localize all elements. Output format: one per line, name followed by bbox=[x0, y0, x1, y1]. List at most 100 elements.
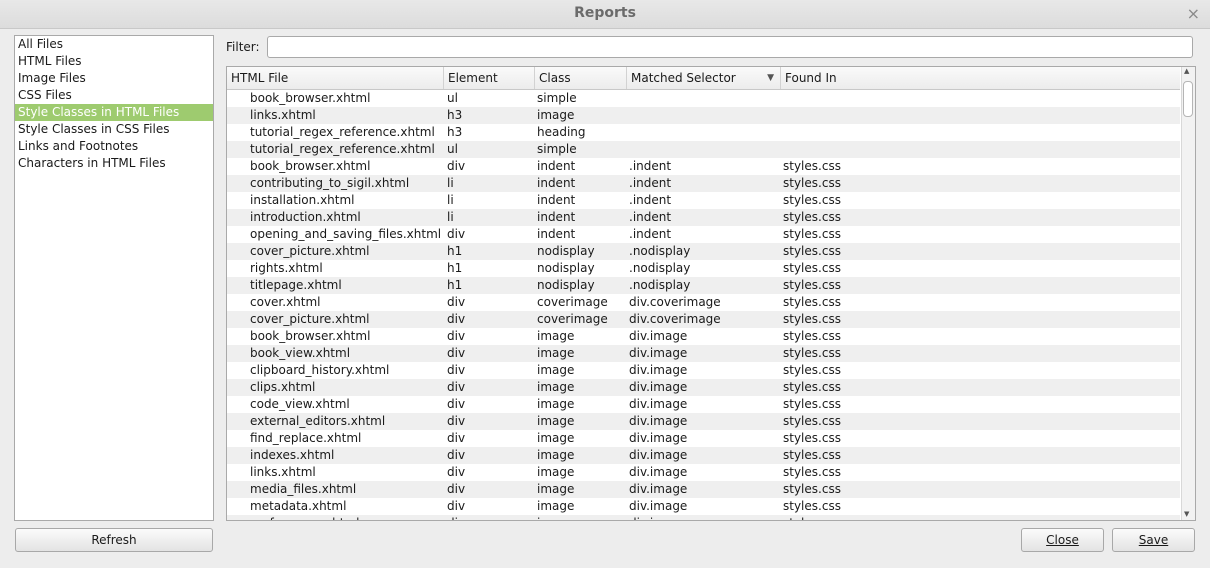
cell-found-in: styles.css bbox=[783, 431, 841, 445]
table-row[interactable]: links.xhtml div image div.image styles.css bbox=[227, 464, 1180, 481]
cell-found-in: styles.css bbox=[783, 227, 841, 241]
cell-matched-selector: div.image bbox=[629, 515, 779, 520]
cell-found-in: styles.css bbox=[783, 295, 841, 309]
sidebar-item-css-files[interactable]: CSS Files bbox=[15, 87, 213, 104]
column-header-class[interactable]: Class bbox=[535, 67, 627, 89]
cell-matched-selector: div.image bbox=[629, 329, 688, 343]
cell-html-file: book_browser.xhtml bbox=[250, 159, 371, 173]
cell-class: indent bbox=[537, 227, 576, 241]
table-row[interactable]: introduction.xhtml li indent .indent styles.… bbox=[227, 209, 1180, 226]
cell-matched-selector: .indent bbox=[629, 227, 672, 241]
cell-element: div bbox=[447, 499, 466, 513]
close-icon[interactable]: × bbox=[1187, 4, 1200, 23]
save-button-label: Save bbox=[1138, 533, 1169, 547]
sort-descending-icon: ▼ bbox=[767, 73, 774, 83]
cell-element: div bbox=[447, 482, 466, 496]
cell-html-file: cover_picture.xhtml bbox=[250, 244, 370, 258]
cell-element: div bbox=[447, 346, 466, 360]
cell-html-file: external_editors.xhtml bbox=[250, 414, 386, 428]
sidebar-item-style-classes-in-css-files[interactable]: Style Classes in CSS Files bbox=[15, 121, 213, 138]
table-row[interactable]: code_view.xhtml div image div.image styles.c… bbox=[227, 396, 1180, 413]
cell-matched-selector: div.image bbox=[629, 397, 688, 411]
cell-element: div bbox=[447, 159, 466, 173]
table-row[interactable]: titlepage.xhtml h1 nodisplay .nodisplay styl… bbox=[227, 277, 1180, 294]
cell-class: simple bbox=[537, 142, 577, 156]
cell-element: div bbox=[447, 312, 466, 326]
table-row[interactable]: cover.xhtml div coverimage div.coverimage st… bbox=[227, 294, 1180, 311]
scrollbar-thumb[interactable] bbox=[1183, 81, 1193, 117]
cell-matched-selector: .nodisplay bbox=[629, 244, 691, 258]
cell-html-file: opening_and_saving_files.xhtml bbox=[250, 227, 442, 241]
cell-html-file: contributing_to_sigil.xhtml bbox=[250, 176, 410, 190]
refresh-button[interactable]: Refresh bbox=[15, 528, 213, 552]
table-row[interactable]: clips.xhtml div image div.image styles.css bbox=[227, 379, 1180, 396]
table-row[interactable]: clipboard_history.xhtml div image div.image… bbox=[227, 362, 1180, 379]
cell-class: indent bbox=[537, 210, 576, 224]
sidebar-item-characters-in-html-files[interactable]: Characters in HTML Files bbox=[15, 155, 213, 172]
table-row[interactable]: contributing_to_sigil.xhtml li indent .inde… bbox=[227, 175, 1180, 192]
table-row[interactable]: rights.xhtml h1 nodisplay .nodisplay styles.… bbox=[227, 260, 1180, 277]
cell-element: div bbox=[447, 448, 466, 462]
table-header: HTML File Element Class Matched Selector… bbox=[227, 67, 1180, 90]
table-row[interactable]: cover_picture.xhtml div coverimage div.cove… bbox=[227, 311, 1180, 328]
table-row[interactable]: tutorial_regex_reference.xhtml ul simple bbox=[227, 141, 1180, 158]
table-row[interactable]: preferences.xhtml div image div.image styles… bbox=[227, 515, 1180, 520]
filter-input[interactable] bbox=[267, 36, 1193, 58]
table-row[interactable]: find_replace.xhtml div image div.image style… bbox=[227, 430, 1180, 447]
cell-html-file: cover_picture.xhtml bbox=[250, 312, 370, 326]
cell-element: li bbox=[447, 193, 454, 207]
vertical-scrollbar[interactable]: ▲ ▼ bbox=[1181, 67, 1195, 520]
table-row[interactable]: metadata.xhtml div image div.image styles.cs… bbox=[227, 498, 1180, 515]
cell-matched-selector: .indent bbox=[629, 159, 672, 173]
close-button[interactable]: Close bbox=[1021, 528, 1104, 552]
sidebar-item-links-and-footnotes[interactable]: Links and Footnotes bbox=[15, 138, 213, 155]
close-button-label: Close bbox=[1046, 533, 1079, 547]
table-row[interactable]: book_view.xhtml div image div.image styles.c… bbox=[227, 345, 1180, 362]
cell-element: h1 bbox=[447, 278, 463, 292]
table-row[interactable]: indexes.xhtml div image div.image styles.css bbox=[227, 447, 1180, 464]
window-title: Reports bbox=[574, 5, 636, 21]
report-type-list[interactable]: All Files HTML Files Image Files CSS Files S… bbox=[14, 35, 214, 521]
table-row[interactable]: book_browser.xhtml div image div.image style… bbox=[227, 328, 1180, 345]
cell-class: coverimage bbox=[537, 295, 608, 309]
cell-html-file: tutorial_regex_reference.xhtml bbox=[250, 142, 435, 156]
table-row[interactable]: external_editors.xhtml div image div.image s… bbox=[227, 413, 1180, 430]
cell-html-file: book_browser.xhtml bbox=[250, 329, 371, 343]
cell-found-in: styles.css bbox=[783, 363, 841, 377]
sidebar-item-style-classes-in-html-files[interactable]: Style Classes in HTML Files bbox=[15, 104, 213, 121]
cell-matched-selector: div.image bbox=[629, 482, 688, 496]
cell-class: image bbox=[537, 346, 575, 360]
sidebar-item-image-files[interactable]: Image Files bbox=[15, 70, 213, 87]
table-row[interactable]: book_browser.xhtml ul simple bbox=[227, 90, 1180, 107]
sidebar-item-all-files[interactable]: All Files bbox=[15, 36, 213, 53]
cell-matched-selector: div.image bbox=[629, 431, 688, 445]
cell-html-file: tutorial_regex_reference.xhtml bbox=[250, 125, 435, 139]
cell-matched-selector: div.image bbox=[629, 465, 688, 479]
scroll-up-icon[interactable]: ▲ bbox=[1184, 67, 1189, 75]
table-row[interactable]: links.xhtml h3 image bbox=[227, 107, 1180, 124]
column-header-found-in[interactable]: Found In bbox=[781, 67, 1180, 89]
column-header-html-file[interactable]: HTML File bbox=[227, 67, 444, 89]
save-button[interactable]: Save bbox=[1112, 528, 1195, 552]
cell-class: image bbox=[537, 482, 575, 496]
table-row[interactable]: tutorial_regex_reference.xhtml h3 heading bbox=[227, 124, 1180, 141]
column-header-matched-selector[interactable]: Matched Selector ▼ bbox=[627, 67, 781, 89]
cell-matched-selector: div.image bbox=[629, 448, 688, 462]
cell-html-file: metadata.xhtml bbox=[250, 499, 347, 513]
cell-found-in: styles.css bbox=[783, 448, 841, 462]
scroll-down-icon[interactable]: ▼ bbox=[1184, 510, 1189, 518]
cell-matched-selector: div.image bbox=[629, 346, 688, 360]
cell-found-in: styles.css bbox=[783, 397, 841, 411]
table-row[interactable]: book_browser.xhtml div indent .indent styles… bbox=[227, 158, 1180, 175]
cell-html-file: titlepage.xhtml bbox=[250, 278, 342, 292]
table-row[interactable]: opening_and_saving_files.xhtml div indent.… bbox=[227, 226, 1180, 243]
cell-class: image bbox=[537, 448, 575, 462]
table-row[interactable]: installation.xhtml li indent .indent styles.… bbox=[227, 192, 1180, 209]
table-row[interactable]: media_files.xhtml div image div.image styles… bbox=[227, 481, 1180, 498]
sidebar-item-html-files[interactable]: HTML Files bbox=[15, 53, 213, 70]
table-row[interactable]: cover_picture.xhtml h1 nodisplay .nodisplay… bbox=[227, 243, 1180, 260]
cell-element: ul bbox=[447, 91, 458, 105]
column-header-element[interactable]: Element bbox=[444, 67, 535, 89]
cell-class: image bbox=[537, 329, 575, 343]
report-table: HTML File Element Class Matched Selector… bbox=[226, 66, 1196, 521]
